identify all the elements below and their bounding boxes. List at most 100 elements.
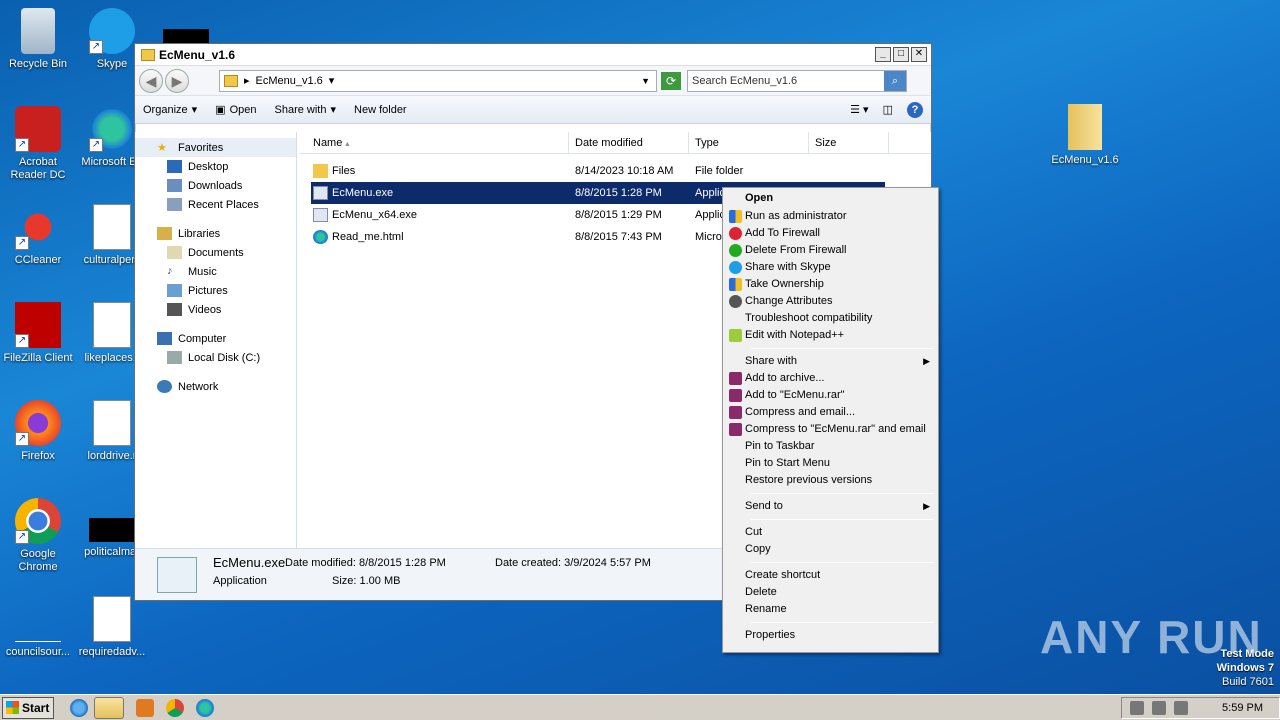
nav-local-disk[interactable]: Local Disk (C:) xyxy=(135,348,296,367)
details-type: Application xyxy=(213,575,267,587)
menu-separator xyxy=(751,562,934,563)
col-date[interactable]: Date modified xyxy=(569,132,689,153)
star-icon: ★ xyxy=(157,142,167,154)
close-button[interactable]: ✕ xyxy=(911,47,927,62)
network-icon xyxy=(157,380,172,393)
folder-icon xyxy=(313,164,328,178)
address-dropdown-icon[interactable]: ▼ xyxy=(641,76,656,86)
preview-pane-icon[interactable]: ◫ xyxy=(883,103,893,116)
search-input[interactable]: Search EcMenu_v1.6 ⌕ xyxy=(687,69,907,92)
flag-icon[interactable] xyxy=(1174,700,1189,715)
menu-create-shortcut[interactable]: Create shortcut xyxy=(725,567,936,584)
minimize-button[interactable]: _ xyxy=(875,47,891,62)
menu-troubleshoot[interactable]: Troubleshoot compatibility xyxy=(725,310,936,327)
word-doc-icon xyxy=(93,596,131,642)
details-filename: EcMenu.exe xyxy=(213,555,286,570)
chrome-icon[interactable] xyxy=(166,698,184,717)
volume-icon[interactable] xyxy=(1130,700,1145,715)
desktop-icon-recycle-bin[interactable]: Recycle Bin xyxy=(0,8,76,71)
nav-network[interactable]: Network xyxy=(135,377,296,396)
open-button[interactable]: ▣ Open xyxy=(215,103,256,117)
menu-delete[interactable]: Delete xyxy=(725,584,936,601)
system-tray: 5:59 PM xyxy=(1121,696,1280,719)
network-icon[interactable] xyxy=(1152,700,1167,715)
menu-compress-rar-email[interactable]: Compress to "EcMenu.rar" and email xyxy=(725,421,936,438)
share-with-button[interactable]: Share with ▾ xyxy=(275,103,337,117)
menu-add-to-firewall[interactable]: Add To Firewall xyxy=(725,225,936,242)
desktop-icon-ccleaner[interactable]: ↗ CCleaner xyxy=(0,204,76,267)
notepad-icon xyxy=(729,329,742,342)
menu-delete-from-firewall[interactable]: Delete From Firewall xyxy=(725,242,936,259)
exe-icon xyxy=(157,557,197,593)
file-row[interactable]: Files 8/14/2023 10:18 AM File folder xyxy=(299,160,931,182)
view-options-icon[interactable]: ☰ ▾ xyxy=(850,103,868,116)
edge-html-icon xyxy=(313,230,328,244)
file-icon xyxy=(89,518,135,542)
address-bar[interactable]: ▸ EcMenu_v1.6 ▾ ▼ xyxy=(219,69,657,92)
menu-properties[interactable]: Properties xyxy=(725,627,936,644)
desktop-icon-filezilla[interactable]: ↗ FileZilla Client xyxy=(0,302,76,365)
menu-rename[interactable]: Rename xyxy=(725,601,936,618)
windows-logo-icon xyxy=(6,701,19,714)
firefox-icon: ↗ xyxy=(15,400,61,446)
menu-restore-versions[interactable]: Restore previous versions xyxy=(725,472,936,489)
computer-icon xyxy=(157,332,172,345)
menu-add-to-archive[interactable]: Add to archive... xyxy=(725,370,936,387)
nav-recent-places[interactable]: Recent Places xyxy=(135,195,296,214)
menu-send-to[interactable]: Send to ▶ xyxy=(725,498,936,515)
nav-libraries[interactable]: Libraries xyxy=(135,224,296,243)
title-bar[interactable]: EcMenu_v1.6 _ □ ✕ xyxy=(135,44,931,66)
nav-pictures[interactable]: Pictures xyxy=(135,281,296,300)
menu-pin-taskbar[interactable]: Pin to Taskbar xyxy=(725,438,936,455)
recent-places-icon xyxy=(167,198,182,211)
winrar-icon xyxy=(729,406,742,419)
nav-favorites[interactable]: ★ Favorites xyxy=(135,138,296,157)
menu-run-as-admin[interactable]: Run as administrator xyxy=(725,208,936,225)
nav-music[interactable]: ♪ Music xyxy=(135,262,296,281)
clock[interactable]: 5:59 PM xyxy=(1222,702,1263,714)
nav-documents[interactable]: Documents xyxy=(135,243,296,262)
desktop-icon-chrome[interactable]: ↗ Google Chrome xyxy=(0,498,76,574)
nav-downloads[interactable]: Downloads xyxy=(135,176,296,195)
new-folder-button[interactable]: New folder xyxy=(354,104,407,116)
menu-open[interactable]: Open xyxy=(725,190,936,208)
menu-share-with-skype[interactable]: Share with Skype xyxy=(725,259,936,276)
maximize-button[interactable]: □ xyxy=(893,47,909,62)
start-button[interactable]: Start xyxy=(2,696,54,719)
refresh-icon[interactable]: ⟳ xyxy=(661,71,681,90)
organize-button[interactable]: Organize ▾ xyxy=(143,103,197,117)
os-info: Test Mode Windows 7 Build 7601 xyxy=(1216,648,1274,688)
ie-icon[interactable] xyxy=(70,698,88,717)
search-icon[interactable]: ⌕ xyxy=(884,70,906,91)
media-player-icon[interactable] xyxy=(136,698,154,717)
taskbar: Start 5:59 PM xyxy=(0,694,1280,720)
menu-cut[interactable]: Cut xyxy=(725,524,936,541)
menu-compress-email[interactable]: Compress and email... xyxy=(725,404,936,421)
col-name[interactable]: Name ▴ xyxy=(299,132,569,153)
menu-copy[interactable]: Copy xyxy=(725,541,936,558)
col-type[interactable]: Type xyxy=(689,132,809,153)
menu-add-to-rar[interactable]: Add to "EcMenu.rar" xyxy=(725,387,936,404)
desktop-icon-requiredadv[interactable]: requiredadv... xyxy=(74,596,150,659)
menu-pin-start[interactable]: Pin to Start Menu xyxy=(725,455,936,472)
col-size[interactable]: Size xyxy=(809,132,889,153)
desktop-icon-acrobat[interactable]: ↗ Acrobat Reader DC xyxy=(0,106,76,182)
menu-take-ownership[interactable]: Take Ownership xyxy=(725,276,936,293)
desktop-icon-folder[interactable]: EcMenu_v1.6 xyxy=(1047,104,1123,167)
chevron-down-icon[interactable]: ▾ xyxy=(329,74,335,87)
menu-change-attributes[interactable]: Change Attributes xyxy=(725,293,936,310)
desktop-icon-councilsour[interactable]: councilsour... xyxy=(0,596,76,659)
desktop-icon-firefox[interactable]: ↗ Firefox xyxy=(0,400,76,463)
menu-separator xyxy=(751,348,934,349)
nav-videos[interactable]: Videos xyxy=(135,300,296,319)
forward-button[interactable]: ▶ xyxy=(165,68,189,93)
back-button[interactable]: ◀ xyxy=(139,68,163,93)
menu-share-with[interactable]: Share with ▶ xyxy=(725,353,936,370)
nav-computer[interactable]: Computer xyxy=(135,329,296,348)
help-icon[interactable]: ? xyxy=(907,101,923,118)
shield-icon xyxy=(729,210,742,223)
explorer-taskbar-icon[interactable] xyxy=(94,696,124,719)
edge-icon[interactable] xyxy=(196,698,214,717)
menu-edit-notepadpp[interactable]: Edit with Notepad++ xyxy=(725,327,936,344)
nav-desktop[interactable]: Desktop xyxy=(135,157,296,176)
